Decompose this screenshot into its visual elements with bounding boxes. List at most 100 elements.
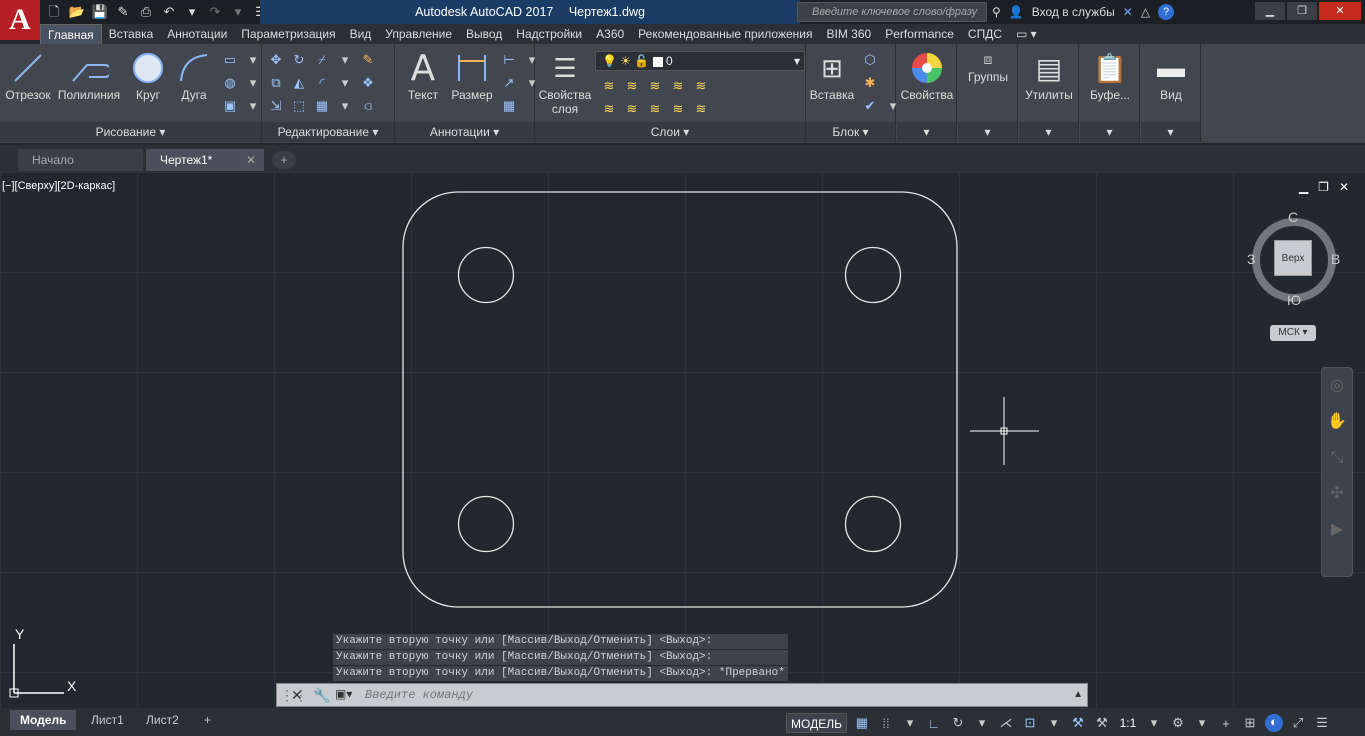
tab-parametric[interactable]: Параметризация [234, 24, 342, 44]
tab-insert[interactable]: Вставка [102, 24, 161, 44]
properties-expand-icon[interactable]: ▾ [897, 122, 956, 142]
tab-output[interactable]: Вывод [459, 24, 509, 44]
clean-screen-icon[interactable]: ⤢ [1289, 715, 1307, 731]
redo-icon[interactable]: ↷ [205, 2, 225, 22]
user-icon[interactable]: 👤 [1009, 5, 1024, 19]
erase-icon[interactable]: ✎ [358, 50, 378, 70]
layer-properties-tool[interactable]: ☰ Свойства слоя [537, 48, 593, 117]
ortho-icon[interactable]: ∟ [925, 716, 943, 731]
tab-drawing1[interactable]: Чертеж1* ✕ [146, 149, 264, 171]
search-input[interactable]: Введите ключевое слово/фразу [797, 2, 987, 22]
view-expand-icon[interactable]: ▾ [1141, 122, 1200, 142]
compass-east[interactable]: В [1331, 251, 1340, 267]
line-tool[interactable]: Отрезок [4, 48, 52, 102]
isodraft-icon[interactable]: ⋌ [997, 715, 1015, 731]
steering-wheel-icon[interactable]: ◎ [1322, 368, 1352, 404]
circle-tool[interactable]: Круг [126, 48, 170, 102]
tab-start[interactable]: Начало [18, 149, 143, 171]
layer-freeze-icon[interactable]: ≋ [691, 76, 711, 96]
tab-performance[interactable]: Performance [878, 24, 961, 44]
quick-properties-icon[interactable]: ⊞ [1241, 715, 1259, 731]
hatch-dropdown-icon[interactable]: ▾ [243, 73, 263, 93]
utilities-expand-icon[interactable]: ▾ [1019, 122, 1078, 142]
tab-home[interactable]: Главная [40, 24, 102, 44]
polar-dropdown-icon[interactable]: ▾ [973, 715, 991, 731]
scale-dropdown-icon[interactable]: ▾ [1145, 715, 1163, 731]
help-icon[interactable]: ? [1158, 4, 1175, 20]
insert-block-tool[interactable]: ⊞ Вставка [808, 48, 856, 103]
save-icon[interactable]: 💾 [90, 2, 110, 22]
polar-icon[interactable]: ↻ [949, 715, 967, 731]
view-panel[interactable]: ▬ Вид ▾ [1141, 44, 1201, 142]
layer-dropdown[interactable]: 💡 ☀ 🔓 0 ▾ [595, 51, 805, 71]
layer-lock-icon[interactable]: ≋ [622, 99, 642, 119]
undo-icon[interactable]: ↶ [159, 2, 179, 22]
new-file-icon[interactable]: 🗋 [44, 2, 64, 22]
layers-panel-title[interactable]: Слои ▾ [535, 122, 805, 142]
recent-commands-icon[interactable]: ▣▾ [335, 687, 352, 701]
attribute-icon[interactable]: ✔ [860, 96, 880, 116]
create-block-icon[interactable]: ⬡ [860, 50, 880, 70]
text-tool[interactable]: A Текст [401, 48, 445, 103]
ucs-menu-button[interactable]: МСК ▾ [1270, 325, 1316, 341]
trim-icon[interactable]: ⌿ [312, 50, 332, 70]
boundary-dropdown-icon[interactable]: ▾ [243, 96, 263, 116]
annotation-scale[interactable]: 1:1 [1117, 716, 1139, 730]
maximize-button[interactable]: ❐ [1287, 2, 1317, 20]
compass-north[interactable]: С [1288, 209, 1298, 225]
hatch-icon[interactable]: ◍ [220, 73, 240, 93]
viewcube-top-face[interactable]: Верх [1274, 240, 1312, 276]
annotation-panel-title[interactable]: Аннотации ▾ [395, 122, 534, 142]
add-layout-button[interactable]: + [194, 710, 221, 730]
layer-isolate-icon[interactable]: ≋ [645, 76, 665, 96]
annotation-visibility-icon[interactable]: ⚒ [1069, 715, 1087, 731]
mirror-icon[interactable]: ◭ [289, 73, 309, 93]
command-input[interactable] [365, 686, 1065, 704]
clipboard-expand-icon[interactable]: ▾ [1080, 122, 1139, 142]
open-file-icon[interactable]: 📂 [67, 2, 87, 22]
draw-panel-title[interactable]: Рисование ▾ [0, 122, 261, 142]
edit-block-icon[interactable]: ✱ [860, 73, 880, 93]
trim-dropdown-icon[interactable]: ▾ [335, 50, 355, 70]
tab-spds[interactable]: СПДС [961, 24, 1009, 44]
save-as-icon[interactable]: ✎ [113, 2, 133, 22]
boundary-icon[interactable]: ▣ [220, 96, 240, 116]
offset-icon[interactable]: ⫏ [358, 96, 378, 116]
tab-manage[interactable]: Управление [378, 24, 459, 44]
annotation-autoscale-icon[interactable]: ⚒ [1093, 715, 1111, 731]
block-panel-title[interactable]: Блок ▾ [806, 122, 895, 142]
tab-model[interactable]: Модель [10, 710, 77, 730]
customize-cmdline-icon[interactable]: 🔧 [313, 687, 330, 704]
compass-south[interactable]: Ю [1287, 292, 1301, 308]
ribbon-options-icon[interactable]: ▭ ▾ [1009, 24, 1044, 44]
layer-unisolate-icon[interactable]: ≋ [668, 76, 688, 96]
undo-dropdown-icon[interactable]: ▾ [182, 2, 202, 22]
tab-sheet2[interactable]: Лист2 [136, 710, 189, 730]
move-icon[interactable]: ✥ [266, 50, 286, 70]
minimize-button[interactable]: ▁ [1255, 2, 1285, 20]
rotate-icon[interactable]: ↻ [289, 50, 309, 70]
stretch-icon[interactable]: ⇲ [266, 96, 286, 116]
close-cmdline-icon[interactable]: ✕ [291, 687, 303, 704]
groups-expand-icon[interactable]: ▾ [958, 122, 1017, 142]
expand-history-icon[interactable]: ▲ [1073, 689, 1083, 700]
snap-icon[interactable]: ⁞⁞ [877, 716, 895, 731]
new-tab-button[interactable]: + [272, 151, 296, 169]
tab-bim360[interactable]: BIM 360 [820, 24, 879, 44]
layer-off-icon[interactable]: ≋ [599, 99, 619, 119]
modify-panel-title[interactable]: Редактирование ▾ [262, 122, 394, 142]
arc-tool[interactable]: Дуга [174, 48, 214, 102]
linear-dim-icon[interactable]: ⊢ [499, 50, 519, 70]
print-icon[interactable]: ⎙ [136, 2, 156, 22]
exchange-icon[interactable]: ✕ [1123, 5, 1133, 19]
array-dropdown-icon[interactable]: ▾ [335, 96, 355, 116]
drawing-area[interactable]: [−][Сверху][2D-каркас] ▁ ❐ ✕ С Ю З В Вер… [0, 172, 1365, 708]
snap-dropdown-icon[interactable]: ▾ [901, 715, 919, 731]
leader-icon[interactable]: ↗ [499, 73, 519, 93]
binoculars-icon[interactable]: ⚲ [992, 5, 1001, 19]
dimension-tool[interactable]: Размер [449, 48, 495, 102]
redo-dropdown-icon[interactable]: ▾ [228, 2, 248, 22]
signin-button[interactable]: Вход в службы [1032, 5, 1115, 19]
scale-icon[interactable]: ⬚ [289, 96, 309, 116]
layer-unlock-icon[interactable]: ≋ [668, 99, 688, 119]
